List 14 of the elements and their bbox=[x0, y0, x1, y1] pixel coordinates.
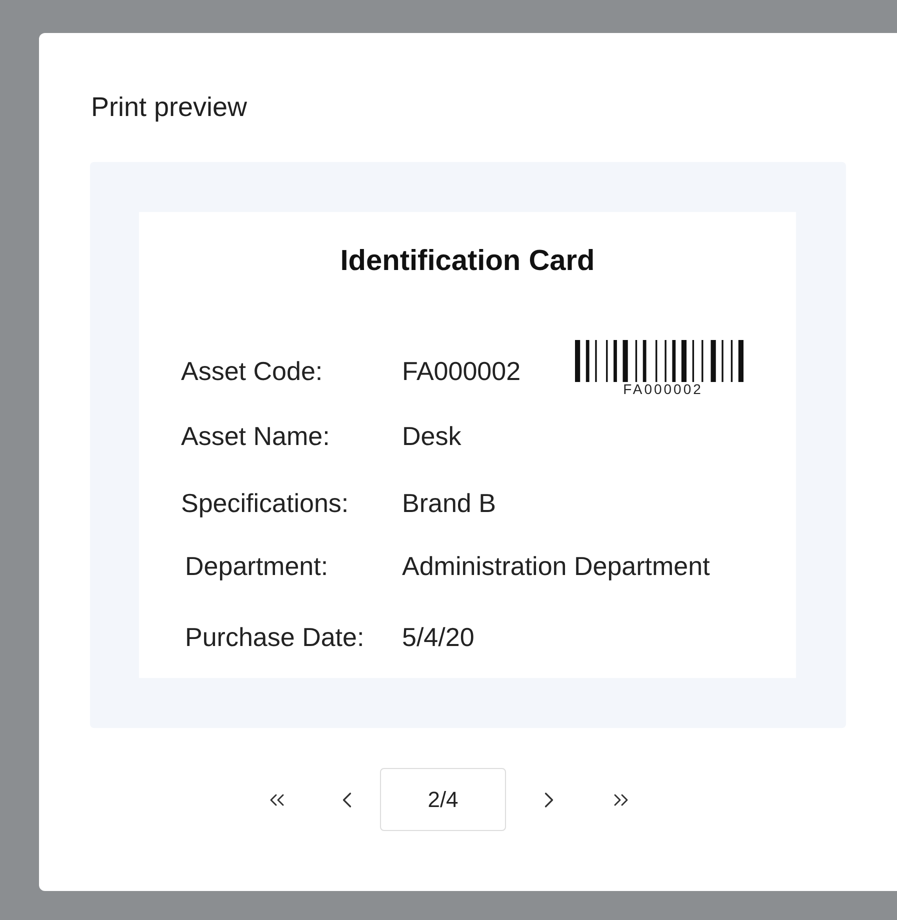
field-label: Department: bbox=[185, 550, 330, 583]
dialog-title: Print preview bbox=[91, 91, 248, 124]
field-value: Desk bbox=[402, 420, 462, 453]
field-label: Asset Code: bbox=[181, 355, 324, 388]
field-value: Brand B bbox=[402, 487, 496, 520]
card-title: Identification Card bbox=[339, 244, 596, 279]
field-label: Specifications: bbox=[181, 487, 350, 520]
page-field[interactable]: 2/4 bbox=[380, 768, 506, 831]
field-value: Administration Department bbox=[402, 550, 710, 583]
field-label: Asset Name: bbox=[181, 420, 331, 453]
field-label: Purchase Date: bbox=[185, 621, 366, 654]
barcode-text: FA000002 bbox=[623, 382, 703, 396]
field-value: 5/4/20 bbox=[402, 621, 474, 654]
field-value: FA000002 bbox=[402, 355, 521, 388]
